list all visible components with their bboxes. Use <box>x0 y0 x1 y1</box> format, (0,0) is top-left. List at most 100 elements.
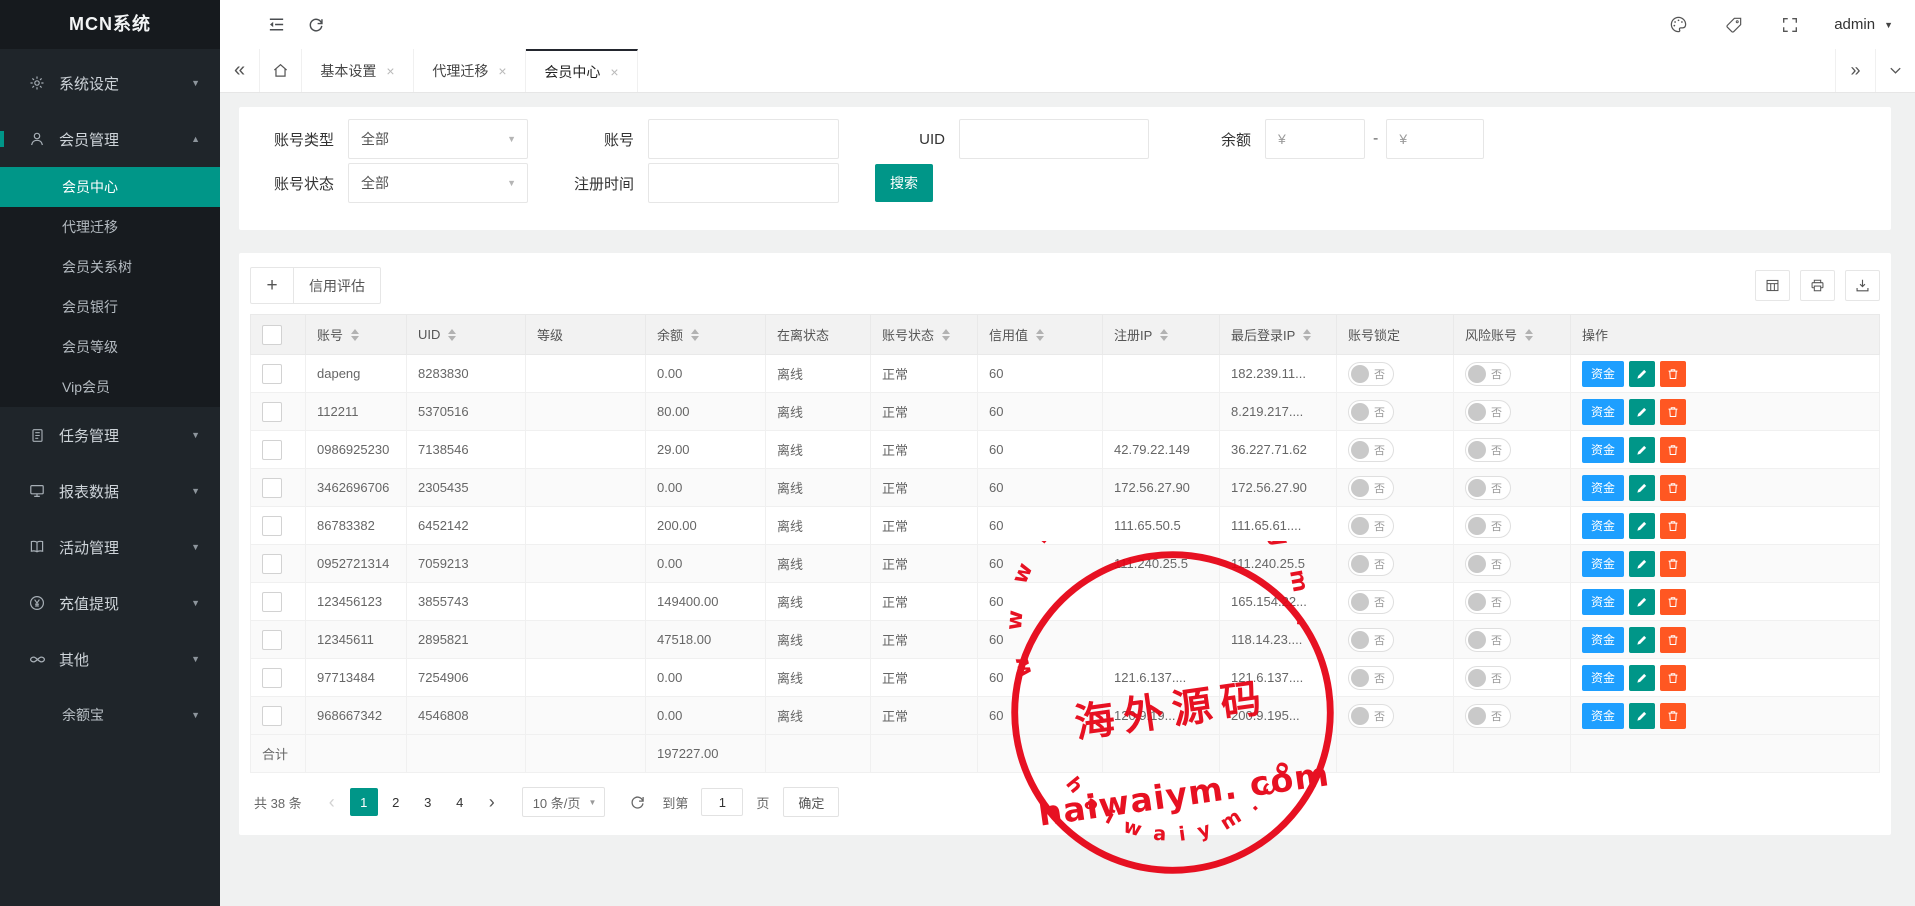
toggle-switch[interactable]: 否 <box>1465 666 1511 690</box>
sidebar-item-member-center[interactable]: 会员中心 <box>0 167 220 207</box>
toggle-switch[interactable]: 否 <box>1348 590 1394 614</box>
fullscreen-icon[interactable] <box>1770 0 1810 49</box>
sort-icon[interactable] <box>1036 329 1044 341</box>
tab-home[interactable] <box>260 49 302 92</box>
toggle-switch[interactable]: 否 <box>1348 362 1394 386</box>
search-button[interactable]: 搜索 <box>875 164 933 202</box>
edit-button[interactable] <box>1629 665 1655 691</box>
delete-button[interactable] <box>1660 361 1686 387</box>
toggle-switch[interactable]: 否 <box>1465 514 1511 538</box>
fund-button[interactable]: 资金 <box>1582 513 1624 539</box>
edit-button[interactable] <box>1629 513 1655 539</box>
sort-icon[interactable] <box>1303 329 1311 341</box>
row-checkbox[interactable] <box>262 668 282 688</box>
col-header-balance[interactable]: 余额 <box>646 315 766 355</box>
row-checkbox[interactable] <box>262 440 282 460</box>
fund-button[interactable]: 资金 <box>1582 361 1624 387</box>
sidebar-item-member-management[interactable]: 会员管理▲ <box>0 111 220 167</box>
row-checkbox[interactable] <box>262 478 282 498</box>
fund-button[interactable]: 资金 <box>1582 399 1624 425</box>
tab-agent-migration[interactable]: 代理迁移× <box>414 49 526 92</box>
edit-button[interactable] <box>1629 437 1655 463</box>
sidebar-item-activity-management[interactable]: 活动管理▼ <box>0 519 220 575</box>
toggle-switch[interactable]: 否 <box>1465 438 1511 462</box>
select-all-checkbox[interactable] <box>262 325 282 345</box>
edit-button[interactable] <box>1629 399 1655 425</box>
sort-icon[interactable] <box>351 329 359 341</box>
balance-min-input[interactable] <box>1265 119 1365 159</box>
toggle-switch[interactable]: 否 <box>1348 514 1394 538</box>
delete-button[interactable] <box>1660 665 1686 691</box>
close-icon[interactable]: × <box>386 63 394 79</box>
next-page-button[interactable]: › <box>478 788 506 816</box>
delete-button[interactable] <box>1660 399 1686 425</box>
page-button-1[interactable]: 1 <box>350 788 378 816</box>
page-button-4[interactable]: 4 <box>446 788 474 816</box>
page-button-2[interactable]: 2 <box>382 788 410 816</box>
account-input[interactable] <box>648 119 839 159</box>
prev-page-button[interactable]: ‹ <box>318 788 346 816</box>
delete-button[interactable] <box>1660 513 1686 539</box>
toggle-switch[interactable]: 否 <box>1465 400 1511 424</box>
sidebar-item-report-data[interactable]: 报表数据▼ <box>0 463 220 519</box>
user-menu[interactable]: admin ▼ <box>1834 16 1893 33</box>
toggle-switch[interactable]: 否 <box>1348 552 1394 576</box>
row-checkbox[interactable] <box>262 706 282 726</box>
page-button-3[interactable]: 3 <box>414 788 442 816</box>
goto-confirm-button[interactable]: 确定 <box>783 787 839 817</box>
export-icon[interactable] <box>1845 270 1880 301</box>
balance-max-input[interactable] <box>1386 119 1484 159</box>
toggle-switch[interactable]: 否 <box>1348 438 1394 462</box>
fund-button[interactable]: 资金 <box>1582 627 1624 653</box>
refresh-icon[interactable] <box>296 0 336 49</box>
close-icon[interactable]: × <box>610 64 618 80</box>
fund-button[interactable]: 资金 <box>1582 551 1624 577</box>
account-status-select[interactable]: 全部 ▼ <box>348 163 528 203</box>
edit-button[interactable] <box>1629 551 1655 577</box>
fund-button[interactable]: 资金 <box>1582 665 1624 691</box>
print-icon[interactable] <box>1800 270 1835 301</box>
close-icon[interactable]: × <box>498 63 506 79</box>
fund-button[interactable]: 资金 <box>1582 703 1624 729</box>
toggle-switch[interactable]: 否 <box>1348 628 1394 652</box>
toggle-switch[interactable]: 否 <box>1348 400 1394 424</box>
toggle-switch[interactable]: 否 <box>1348 476 1394 500</box>
toggle-switch[interactable]: 否 <box>1348 704 1394 728</box>
row-checkbox[interactable] <box>262 630 282 650</box>
sort-icon[interactable] <box>1525 329 1533 341</box>
row-checkbox[interactable] <box>262 402 282 422</box>
toggle-switch[interactable]: 否 <box>1465 628 1511 652</box>
sidebar-item-task-management[interactable]: 任务管理▼ <box>0 407 220 463</box>
filter-columns-icon[interactable] <box>1755 270 1790 301</box>
delete-button[interactable] <box>1660 437 1686 463</box>
edit-button[interactable] <box>1629 475 1655 501</box>
delete-button[interactable] <box>1660 627 1686 653</box>
fund-button[interactable]: 资金 <box>1582 437 1624 463</box>
col-header-credit[interactable]: 信用值 <box>978 315 1103 355</box>
reg-time-input[interactable] <box>648 163 839 203</box>
col-header-regip[interactable]: 注册IP <box>1103 315 1220 355</box>
pager-refresh-icon[interactable] <box>629 794 646 811</box>
delete-button[interactable] <box>1660 589 1686 615</box>
col-header-status[interactable]: 账号状态 <box>871 315 978 355</box>
per-page-select[interactable]: 10 条/页 ▼ <box>522 787 606 817</box>
col-header-account[interactable]: 账号 <box>306 315 407 355</box>
edit-button[interactable] <box>1629 589 1655 615</box>
toggle-switch[interactable]: 否 <box>1465 552 1511 576</box>
tabs-scroll-left-icon[interactable]: « <box>220 49 260 92</box>
sidebar-item-member-level[interactable]: 会员等级 <box>0 327 220 367</box>
theme-palette-icon[interactable] <box>1658 0 1698 49</box>
edit-button[interactable] <box>1629 627 1655 653</box>
sidebar-item-member-bank[interactable]: 会员银行 <box>0 287 220 327</box>
col-header-risk[interactable]: 风险账号 <box>1454 315 1571 355</box>
sidebar-item-member-tree[interactable]: 会员关系树 <box>0 247 220 287</box>
sort-icon[interactable] <box>1160 329 1168 341</box>
sidebar-item-recharge-withdraw[interactable]: 充值提现▼ <box>0 575 220 631</box>
sidebar-item-system-settings[interactable]: 系统设定▼ <box>0 55 220 111</box>
fund-button[interactable]: 资金 <box>1582 589 1624 615</box>
credit-eval-button[interactable]: 信用评估 <box>294 267 381 304</box>
sidebar-item-vip-member[interactable]: Vip会员 <box>0 367 220 407</box>
edit-button[interactable] <box>1629 703 1655 729</box>
edit-button[interactable] <box>1629 361 1655 387</box>
collapse-sidebar-icon[interactable] <box>256 0 296 49</box>
